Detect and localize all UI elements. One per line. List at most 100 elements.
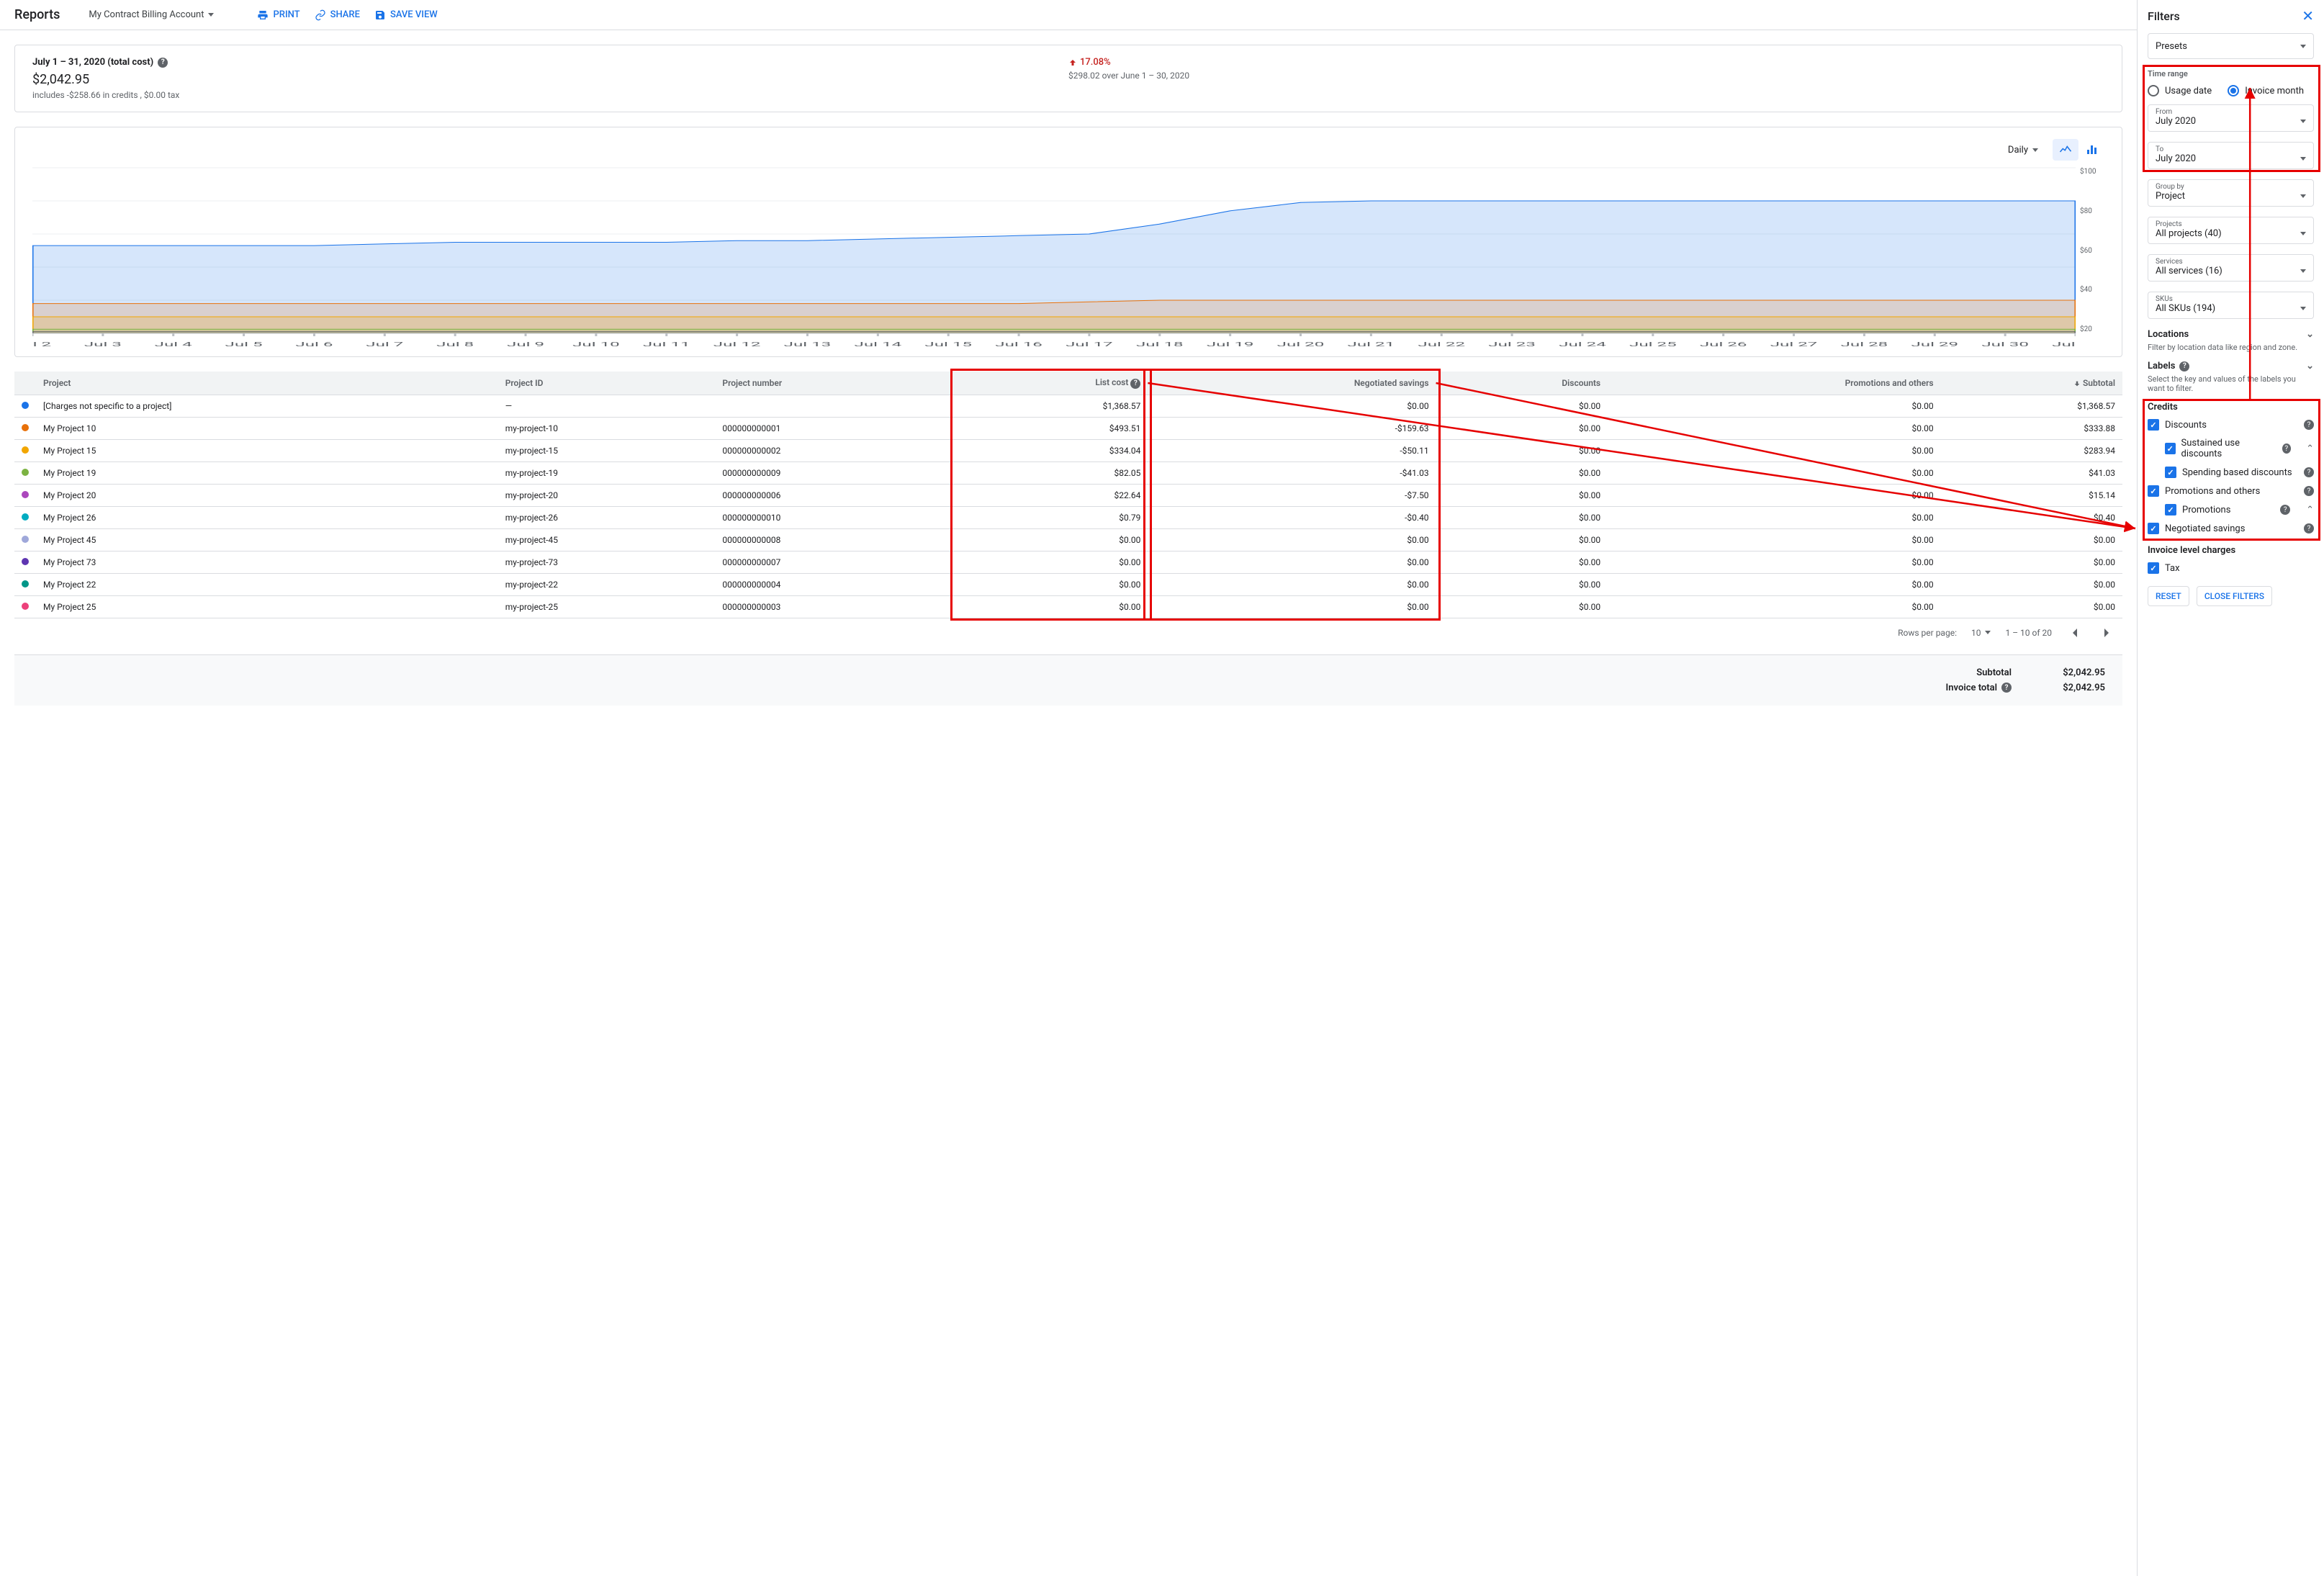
usage-date-radio[interactable] — [2148, 85, 2159, 96]
help-icon[interactable]: ? — [2304, 523, 2314, 533]
svg-text:Jul 19: Jul 19 — [1207, 341, 1254, 348]
svg-text:Jul 12: Jul 12 — [713, 341, 761, 348]
services-select[interactable]: ServicesAll services (16) — [2148, 254, 2314, 282]
close-filters-button[interactable]: CLOSE FILTERS — [2197, 586, 2272, 606]
billing-account-select[interactable]: My Contract Billing Account — [89, 9, 214, 20]
table-row[interactable]: [Charges not specific to a project]—$1,3… — [14, 395, 2122, 417]
presets-select[interactable]: Presets — [2148, 33, 2314, 59]
subtotal-label: Subtotal — [1976, 667, 2012, 678]
svg-text:Jul 24: Jul 24 — [1559, 341, 1606, 348]
invoice-month-radio[interactable] — [2228, 85, 2239, 96]
chevron-up-icon[interactable]: ⌃ — [2306, 443, 2314, 454]
svg-text:Jul 22: Jul 22 — [1418, 341, 1465, 348]
invoice-total-value: $2,042.95 — [2033, 683, 2105, 693]
svg-text:Jul 18: Jul 18 — [1136, 341, 1184, 348]
from-month-select[interactable]: FromJuly 2020 — [2148, 104, 2314, 132]
tax-checkbox[interactable] — [2148, 562, 2159, 574]
chevron-down-icon[interactable]: ⌄ — [2306, 329, 2314, 340]
table-row[interactable]: My Project 15my-project-15000000000002$3… — [14, 439, 2122, 461]
cost-chart[interactable]: Jul 2Jul 3Jul 4Jul 5Jul 6Jul 7Jul 8Jul 9… — [32, 163, 2076, 351]
table-row[interactable]: My Project 45my-project-45000000000008$0… — [14, 528, 2122, 551]
projects-select[interactable]: ProjectsAll projects (40) — [2148, 217, 2314, 244]
save-view-button[interactable]: SAVE VIEW — [374, 9, 438, 21]
table-row[interactable]: My Project 26my-project-26000000000010$0… — [14, 506, 2122, 528]
table-row[interactable]: My Project 73my-project-73000000000007$0… — [14, 551, 2122, 573]
subtotal-value: $2,042.95 — [2033, 667, 2105, 678]
sustained-use-checkbox[interactable] — [2165, 443, 2176, 454]
promotions-checkbox[interactable] — [2148, 485, 2159, 497]
table-row[interactable]: My Project 19my-project-19000000000009$8… — [14, 461, 2122, 484]
invoice-total-label: Invoice total — [1946, 683, 1997, 693]
table-row[interactable]: My Project 20my-project-20000000000006$2… — [14, 484, 2122, 506]
svg-text:Jul 27: Jul 27 — [1770, 341, 1818, 348]
chevron-up-icon[interactable]: ⌃ — [2306, 505, 2314, 515]
svg-text:Jul 9: Jul 9 — [507, 341, 544, 348]
svg-text:Jul 7: Jul 7 — [366, 341, 403, 348]
discounts-checkbox[interactable] — [2148, 419, 2159, 431]
svg-text:Jul 29: Jul 29 — [1911, 341, 1958, 348]
help-icon[interactable]: ? — [2179, 361, 2189, 372]
to-month-select[interactable]: ToJuly 2020 — [2148, 142, 2314, 169]
summary-delta: 17.08% — [1068, 57, 2104, 68]
svg-text:Jul 8: Jul 8 — [436, 341, 474, 348]
svg-text:Jul 10: Jul 10 — [572, 341, 620, 348]
chevron-down-icon[interactable]: ⌄ — [2306, 361, 2314, 372]
pager-per-select[interactable]: 10 — [1971, 628, 1991, 638]
print-icon — [257, 9, 269, 21]
bar-chart-button[interactable] — [2078, 139, 2104, 161]
negotiated-savings-checkbox[interactable] — [2148, 523, 2159, 534]
summary-total: $2,042.95 — [32, 72, 1068, 87]
table-row[interactable]: My Project 25my-project-25000000000003$0… — [14, 595, 2122, 618]
svg-text:Jul 25: Jul 25 — [1629, 341, 1677, 348]
link-icon — [315, 9, 326, 21]
group-by-select[interactable]: Group byProject — [2148, 179, 2314, 207]
help-icon[interactable]: ? — [2280, 505, 2290, 515]
summary-card: July 1 – 31, 2020 (total cost)? $2,042.9… — [14, 45, 2122, 112]
share-button[interactable]: SHARE — [315, 9, 360, 21]
labels-hint: Select the key and values of the labels … — [2148, 374, 2314, 393]
svg-text:Jul 31: Jul 31 — [2052, 341, 2076, 348]
time-range-label: Time range — [2148, 69, 2314, 78]
table-row[interactable]: My Project 22my-project-22000000000004$0… — [14, 573, 2122, 595]
arrow-up-icon — [1068, 58, 1077, 67]
help-icon[interactable]: ? — [2001, 683, 2012, 693]
print-button[interactable]: PRINT — [257, 9, 299, 21]
svg-text:Jul 23: Jul 23 — [1488, 341, 1536, 348]
svg-text:Jul 13: Jul 13 — [784, 341, 832, 348]
table-row[interactable]: My Project 10my-project-10000000000001$4… — [14, 417, 2122, 439]
skus-select[interactable]: SKUsAll SKUs (194) — [2148, 292, 2314, 319]
filters-panel: Filters✕ Presets Time range Usage date I… — [2137, 0, 2324, 1576]
summary-period: July 1 – 31, 2020 (total cost) — [32, 57, 153, 68]
pager-label: Rows per page: — [1898, 628, 1957, 638]
close-icon[interactable]: ✕ — [2302, 7, 2314, 24]
svg-text:Jul 15: Jul 15 — [924, 341, 972, 348]
cost-table: ProjectProject IDProject numberList cost… — [14, 372, 2122, 618]
svg-text:Jul 26: Jul 26 — [1700, 341, 1747, 348]
chart-card: Daily Jul 2Jul 3Jul 4Jul 5Jul 6Jul 7Jul … — [14, 127, 2122, 357]
line-chart-button[interactable] — [2053, 139, 2078, 161]
pager-prev-button[interactable] — [2066, 624, 2084, 641]
svg-text:Jul 6: Jul 6 — [295, 341, 333, 348]
help-icon[interactable]: ? — [2282, 443, 2291, 454]
pager-range: 1 – 10 of 20 — [2005, 628, 2052, 638]
save-icon — [374, 9, 386, 21]
help-icon[interactable]: ? — [158, 58, 168, 68]
svg-text:Jul 14: Jul 14 — [855, 341, 902, 348]
pager-next-button[interactable] — [2098, 624, 2115, 641]
summary-delta-detail: $298.02 over June 1 – 30, 2020 — [1068, 71, 2104, 81]
totals-panel: Subtotal $2,042.95 Invoice total? $2,042.9… — [14, 654, 2122, 706]
filters-title: Filters — [2148, 9, 2180, 23]
promotions-sub-checkbox[interactable] — [2165, 504, 2176, 515]
locations-label: Locations — [2148, 329, 2189, 340]
line-chart-icon — [2059, 145, 2072, 155]
reset-button[interactable]: RESET — [2148, 586, 2189, 606]
invoice-charges-label: Invoice level charges — [2148, 545, 2235, 556]
credits-label: Credits — [2148, 402, 2178, 413]
help-icon[interactable]: ? — [2304, 420, 2314, 430]
bar-chart-icon — [2087, 145, 2096, 154]
help-icon[interactable]: ? — [2304, 467, 2314, 477]
help-icon[interactable]: ? — [2304, 486, 2314, 496]
granularity-select[interactable]: Daily — [2008, 145, 2038, 156]
spending-based-checkbox[interactable] — [2165, 467, 2176, 478]
summary-breakdown: includes -$258.66 in credits , $0.00 tax — [32, 90, 1068, 100]
